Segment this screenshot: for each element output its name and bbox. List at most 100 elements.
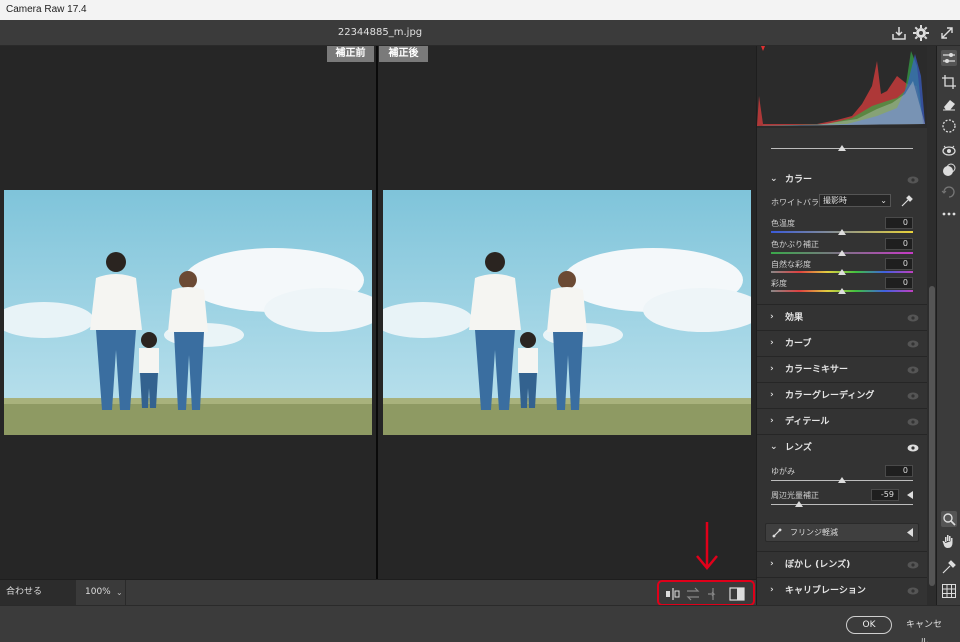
crop-icon[interactable] — [941, 74, 957, 90]
eraser-icon[interactable] — [941, 96, 957, 112]
distortion-slider-thumb[interactable] — [838, 477, 846, 483]
saturation-slider-thumb[interactable] — [838, 288, 846, 294]
tone-slider-thumb[interactable] — [838, 145, 846, 151]
section-title: カラー — [785, 175, 813, 185]
panel-scrollbar[interactable] — [927, 46, 936, 605]
eye-icon[interactable] — [907, 366, 919, 374]
section-calibration[interactable]: › キャリブレーション — [757, 577, 927, 603]
section-title: カーブ — [785, 339, 812, 349]
eye-icon[interactable] — [907, 418, 919, 426]
fringe-button-label: フリンジ軽減 — [790, 528, 838, 537]
tint-slider-thumb[interactable] — [838, 250, 846, 256]
temperature-slider-thumb[interactable] — [838, 229, 846, 235]
slider-label: ゆがみ — [771, 467, 795, 476]
slider-label: 周辺光量補正 — [771, 491, 819, 500]
zoom-tool-icon[interactable] — [941, 511, 957, 527]
after-photo — [383, 190, 751, 435]
vignette-value[interactable]: -59 — [871, 489, 899, 501]
section-title: カラーグレーディング — [785, 391, 875, 401]
section-color-grading[interactable]: › カラーグレーディング — [757, 382, 927, 408]
footer-bar: OK キャンセル — [0, 605, 960, 642]
section-title: レンズ — [785, 443, 812, 453]
slider-label: 彩度 — [771, 279, 787, 288]
presets-icon[interactable] — [941, 162, 957, 178]
white-balance-value: 撮影時 — [823, 196, 847, 205]
swap-settings-icon[interactable] — [685, 587, 701, 601]
copy-settings-icon[interactable] — [705, 587, 721, 601]
vibrance-slider-thumb[interactable] — [838, 269, 846, 275]
chevron-right-icon: › — [770, 559, 774, 569]
chevron-down-icon: ⌄ — [770, 174, 778, 184]
reset-triangle-icon[interactable] — [906, 491, 914, 499]
eye-icon[interactable] — [907, 587, 919, 595]
before-after-view-controls — [657, 580, 755, 606]
scrollbar-thumb[interactable] — [929, 286, 935, 586]
expand-icon[interactable] — [938, 24, 956, 42]
split-divider — [376, 46, 378, 579]
zoom-dropdown-chevron-icon[interactable]: ⌄ — [116, 588, 123, 597]
mask-icon[interactable] — [941, 118, 957, 134]
section-effects[interactable]: › 効果 — [757, 304, 927, 330]
section-title: カラーミキサー — [785, 365, 849, 375]
edit-sliders-icon[interactable] — [941, 50, 957, 66]
chevron-right-icon: › — [770, 364, 774, 374]
section-title: 効果 — [785, 313, 804, 323]
distortion-value[interactable]: 0 — [885, 465, 913, 477]
color-sampler-icon[interactable] — [941, 559, 957, 575]
zoom-fit-button[interactable]: 合わせる (29.1%) — [0, 580, 76, 622]
bottom-bar: 合わせる (29.1%) 100% ⌄ — [0, 579, 756, 622]
red-eye-icon[interactable] — [941, 142, 957, 158]
chevron-down-icon: ⌄ — [770, 442, 778, 452]
more-options-icon[interactable] — [941, 206, 957, 222]
eye-icon[interactable] — [907, 392, 919, 400]
vignette-slider-track[interactable] — [771, 504, 913, 505]
hand-tool-icon[interactable] — [941, 533, 957, 549]
before-after-view-mode-icon[interactable] — [665, 587, 681, 601]
save-download-icon[interactable] — [890, 24, 908, 42]
chevron-right-icon: › — [770, 585, 774, 595]
section-lens-blur[interactable]: › ぼかし (レンズ) — [757, 551, 927, 577]
slider-label: 色かぶり補正 — [771, 240, 819, 249]
slider-label: 自然な彩度 — [771, 260, 811, 269]
eye-icon[interactable] — [907, 340, 919, 348]
tool-strip — [936, 46, 960, 605]
eye-icon[interactable] — [907, 314, 919, 322]
section-color[interactable]: ⌄ カラー — [757, 167, 927, 193]
image-preview: 補正前 補正後 — [0, 46, 756, 579]
triangle-left-icon — [907, 528, 913, 537]
eye-icon[interactable] — [907, 561, 919, 569]
eyedropper-icon[interactable] — [900, 194, 914, 208]
section-detail[interactable]: › ディテール — [757, 408, 927, 434]
saturation-value[interactable]: 0 — [885, 277, 913, 289]
section-title: ディテール — [785, 417, 830, 427]
temperature-value[interactable]: 0 — [885, 217, 913, 229]
fringe-icon — [772, 528, 782, 538]
chevron-right-icon: › — [770, 312, 774, 322]
fringe-reduction-button[interactable]: フリンジ軽減 — [765, 523, 919, 542]
section-color-mixer[interactable]: › カラーミキサー — [757, 356, 927, 382]
annotation-arrow-icon — [696, 522, 718, 570]
grid-overlay-icon[interactable] — [941, 583, 957, 599]
section-lens[interactable]: ⌄ レンズ — [757, 434, 927, 460]
toggle-before-after-icon[interactable] — [729, 587, 745, 601]
section-curve[interactable]: › カーブ — [757, 330, 927, 356]
chevron-right-icon: › — [770, 416, 774, 426]
eye-icon[interactable] — [907, 444, 919, 452]
gear-icon[interactable] — [912, 24, 930, 42]
eye-icon[interactable] — [907, 176, 919, 184]
chevron-down-icon: ⌄ — [880, 196, 887, 205]
ok-button[interactable]: OK — [846, 616, 892, 634]
histogram — [757, 46, 927, 128]
white-balance-dropdown[interactable]: 撮影時 ⌄ — [819, 194, 891, 207]
after-label: 補正後 — [379, 46, 428, 62]
edit-panel: ⌄ カラー ホワイトバランス 撮影時 ⌄ 色温度 0 色かぶり補正 0 自然な彩… — [756, 46, 936, 605]
snapshot-icon[interactable] — [941, 184, 957, 200]
tint-value[interactable]: 0 — [885, 238, 913, 250]
file-name: 22344885_m.jpg — [337, 27, 423, 38]
window-title: Camera Raw 17.4 — [0, 0, 960, 20]
vignette-slider-thumb[interactable] — [795, 501, 803, 507]
vibrance-value[interactable]: 0 — [885, 258, 913, 270]
cancel-button[interactable]: キャンセル — [902, 616, 946, 642]
chevron-right-icon: › — [770, 338, 774, 348]
section-title: ぼかし (レンズ) — [785, 560, 851, 570]
